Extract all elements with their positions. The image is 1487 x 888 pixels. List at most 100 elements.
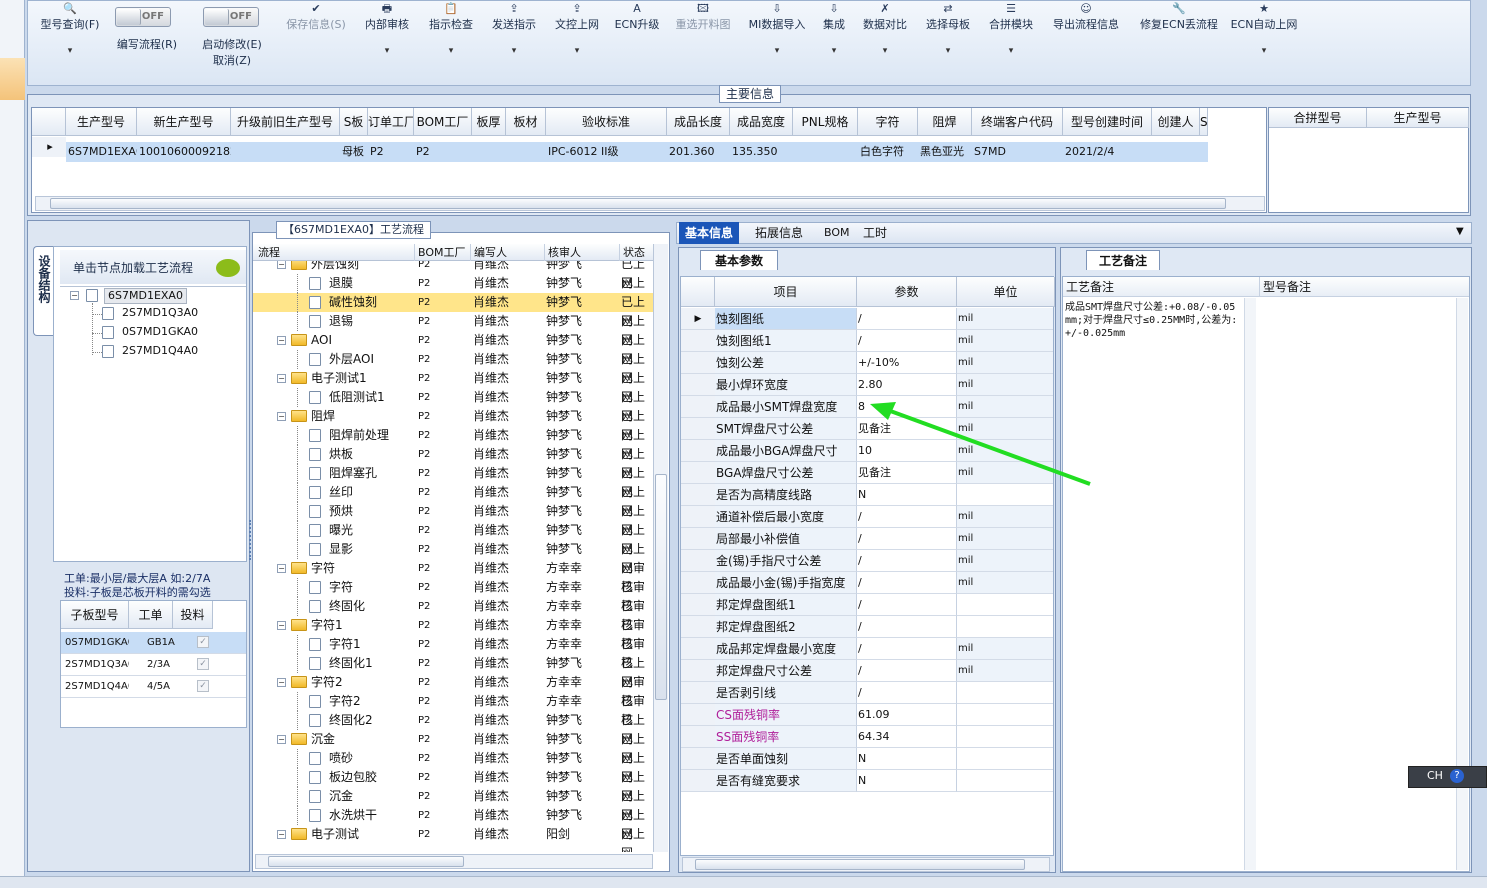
param-item[interactable]: 成品最小BGA焊盘尺寸 bbox=[715, 440, 857, 462]
tree-collapse-icon[interactable]: − bbox=[277, 412, 286, 421]
param-item[interactable]: 邦定焊盘图纸2 bbox=[715, 616, 857, 638]
main-info-cell[interactable]: P2 bbox=[368, 142, 414, 162]
tree-root-node[interactable]: 6S7MD1EXA0 bbox=[104, 288, 187, 304]
main-info-col-header[interactable]: 终端客户代码 bbox=[972, 108, 1063, 136]
main-info-col-header[interactable]: 板厚 bbox=[472, 108, 506, 136]
main-info-cell[interactable] bbox=[231, 142, 340, 162]
param-value[interactable]: +/-10% bbox=[857, 352, 957, 374]
flow-col-header[interactable]: 流程 bbox=[255, 244, 415, 261]
param-item[interactable]: 蚀刻图纸1 bbox=[715, 330, 857, 352]
main-info-cell[interactable]: 135.350 bbox=[730, 142, 793, 162]
main-info-col-header[interactable]: S板 bbox=[340, 108, 368, 136]
main-info-cell[interactable]: 201.360 bbox=[667, 142, 730, 162]
feed-checkbox[interactable]: ✓ bbox=[197, 658, 209, 670]
sub-board-col-header[interactable]: 工单 bbox=[129, 601, 173, 629]
scroll-thumb[interactable] bbox=[50, 198, 1226, 209]
param-value[interactable]: / bbox=[857, 506, 957, 528]
tree-collapse-icon[interactable]: − bbox=[277, 374, 286, 383]
param-unit[interactable]: mil bbox=[957, 550, 1053, 572]
feed-checkbox[interactable]: ✓ bbox=[197, 636, 209, 648]
param-unit[interactable] bbox=[957, 770, 1053, 792]
tree-node[interactable]: 0S7MD1GKA0 bbox=[122, 325, 198, 338]
param-item[interactable]: 最小焊环宽度 bbox=[715, 374, 857, 396]
param-value[interactable]: 64.34 bbox=[857, 726, 957, 748]
main-info-scrollbar[interactable] bbox=[35, 196, 1265, 211]
scroll-thumb[interactable] bbox=[268, 856, 464, 867]
main-info-cell[interactable]: 10010600092182 bbox=[137, 142, 231, 162]
tree-collapse-icon[interactable]: − bbox=[277, 564, 286, 573]
main-info-cell[interactable]: P2 bbox=[414, 142, 472, 162]
param-value[interactable]: / bbox=[857, 330, 957, 352]
main-info-col-header[interactable]: PNL规格 bbox=[793, 108, 858, 136]
flow-col-header[interactable]: 编写人 bbox=[471, 244, 545, 261]
toolbar-fix-ecn-button[interactable]: 🔧 修复ECN丢流程 bbox=[1134, 2, 1224, 32]
param-unit[interactable] bbox=[957, 748, 1053, 770]
param-item[interactable]: 是否单面蚀刻 bbox=[715, 748, 857, 770]
toolbar-mi-import-button[interactable]: ⇩ MI数据导入 ▾ bbox=[744, 2, 810, 58]
param-unit[interactable] bbox=[957, 616, 1053, 638]
param-value[interactable]: / bbox=[857, 528, 957, 550]
param-value[interactable]: / bbox=[857, 616, 957, 638]
main-info-cell[interactable]: 6S7MD1EXA0 bbox=[66, 142, 137, 162]
toolbar-send-button[interactable]: ⇪ 发送指示 ▾ bbox=[487, 2, 541, 58]
main-info-col-header[interactable]: 型号创建时间 bbox=[1063, 108, 1152, 136]
tree-collapse-icon[interactable]: − bbox=[277, 678, 286, 687]
tree-node[interactable]: 2S7MD1Q4A0 bbox=[122, 344, 198, 357]
main-info-cell[interactable]: 黑色亚光 bbox=[918, 142, 972, 162]
param-item[interactable]: 蚀刻图纸 bbox=[715, 308, 857, 330]
param-item[interactable]: 成品最小SMT焊盘宽度 bbox=[715, 396, 857, 418]
main-info-cell[interactable]: 母板 bbox=[340, 142, 368, 162]
param-item[interactable]: SMT焊盘尺寸公差 bbox=[715, 418, 857, 440]
param-item[interactable]: 邦定焊盘尺寸公差 bbox=[715, 660, 857, 682]
main-info-cell[interactable]: 2021/2/4 bbox=[1063, 142, 1152, 162]
toolbar-select-motherboard-button[interactable]: ⇄ 选择母板 ▾ bbox=[921, 2, 975, 58]
param-item[interactable]: SS面残铜率 bbox=[715, 726, 857, 748]
flow-vscroll[interactable] bbox=[653, 244, 668, 852]
tree-collapse-icon[interactable]: − bbox=[277, 830, 286, 839]
param-item[interactable]: 是否有缝宽要求 bbox=[715, 770, 857, 792]
help-icon[interactable]: ? bbox=[1450, 769, 1464, 783]
main-info-col-header[interactable]: 阻焊 bbox=[918, 108, 972, 136]
main-info-col-header[interactable]: BOM工厂 bbox=[414, 108, 472, 136]
tree-node[interactable]: 2S7MD1Q3A0 bbox=[122, 306, 198, 319]
flow-col-header[interactable]: 状态 bbox=[620, 244, 655, 261]
main-info-col-header[interactable]: 创建人 bbox=[1152, 108, 1200, 136]
remark-vscroll[interactable] bbox=[1244, 298, 1256, 870]
tab-work-hours[interactable]: 工时 bbox=[857, 222, 893, 244]
param-unit[interactable]: mil bbox=[957, 308, 1053, 330]
toolbar-doc-upload-button[interactable]: ⇪ 文控上网 ▾ bbox=[550, 2, 604, 58]
main-info-cell[interactable]: IPC-6012 II级 bbox=[546, 142, 667, 162]
param-unit[interactable] bbox=[957, 594, 1053, 616]
ime-widget[interactable] bbox=[1408, 766, 1487, 788]
main-info-cell[interactable] bbox=[1200, 142, 1208, 162]
toolbar-ecn-upgrade-button[interactable]: A ECN升级 bbox=[611, 2, 663, 32]
param-unit[interactable]: mil bbox=[957, 660, 1053, 682]
param-value[interactable]: / bbox=[857, 308, 957, 330]
basic-col-header[interactable]: 参数 bbox=[857, 277, 957, 307]
main-info-col-header[interactable]: S bbox=[1200, 108, 1208, 136]
main-info-cell[interactable] bbox=[472, 142, 506, 162]
param-item[interactable]: CS面残铜率 bbox=[715, 704, 857, 726]
main-info-col-header[interactable]: 板材 bbox=[506, 108, 546, 136]
merge-model-col-header[interactable]: 合拼型号 bbox=[1269, 108, 1367, 128]
main-info-col-header[interactable]: 订单工厂 bbox=[368, 108, 414, 136]
toolbar-merge-module-button[interactable]: ☰ 合拼模块 ▾ bbox=[984, 2, 1038, 58]
start-edit-toggle[interactable]: OFF bbox=[203, 7, 259, 27]
tab-extended-info[interactable]: 拓展信息 bbox=[749, 222, 809, 244]
param-unit[interactable]: mil bbox=[957, 374, 1053, 396]
main-info-col-header[interactable]: 验收标准 bbox=[546, 108, 667, 136]
main-info-col-header[interactable]: 升级前旧生产型号 bbox=[231, 108, 340, 136]
main-info-col-header[interactable]: 成品长度 bbox=[667, 108, 730, 136]
toolbar-integrate-button[interactable]: ⇩ 集成 ▾ bbox=[818, 2, 850, 58]
param-value[interactable]: 2.80 bbox=[857, 374, 957, 396]
param-unit[interactable]: mil bbox=[957, 572, 1053, 594]
tabbar-dropdown-icon[interactable]: ▼ bbox=[1456, 226, 1464, 237]
toolbar-internal-review-button[interactable]: 🖶 内部审核 ▾ bbox=[360, 2, 414, 58]
write-flow-toggle[interactable]: OFF bbox=[115, 7, 171, 27]
sub-board-col-header[interactable]: 投料 bbox=[173, 601, 213, 629]
main-info-col-header[interactable]: 新生产型号 bbox=[137, 108, 231, 136]
param-item[interactable]: 是否剥引线 bbox=[715, 682, 857, 704]
param-item[interactable]: 局部最小补偿值 bbox=[715, 528, 857, 550]
feed-checkbox[interactable]: ✓ bbox=[197, 680, 209, 692]
param-value[interactable]: / bbox=[857, 638, 957, 660]
